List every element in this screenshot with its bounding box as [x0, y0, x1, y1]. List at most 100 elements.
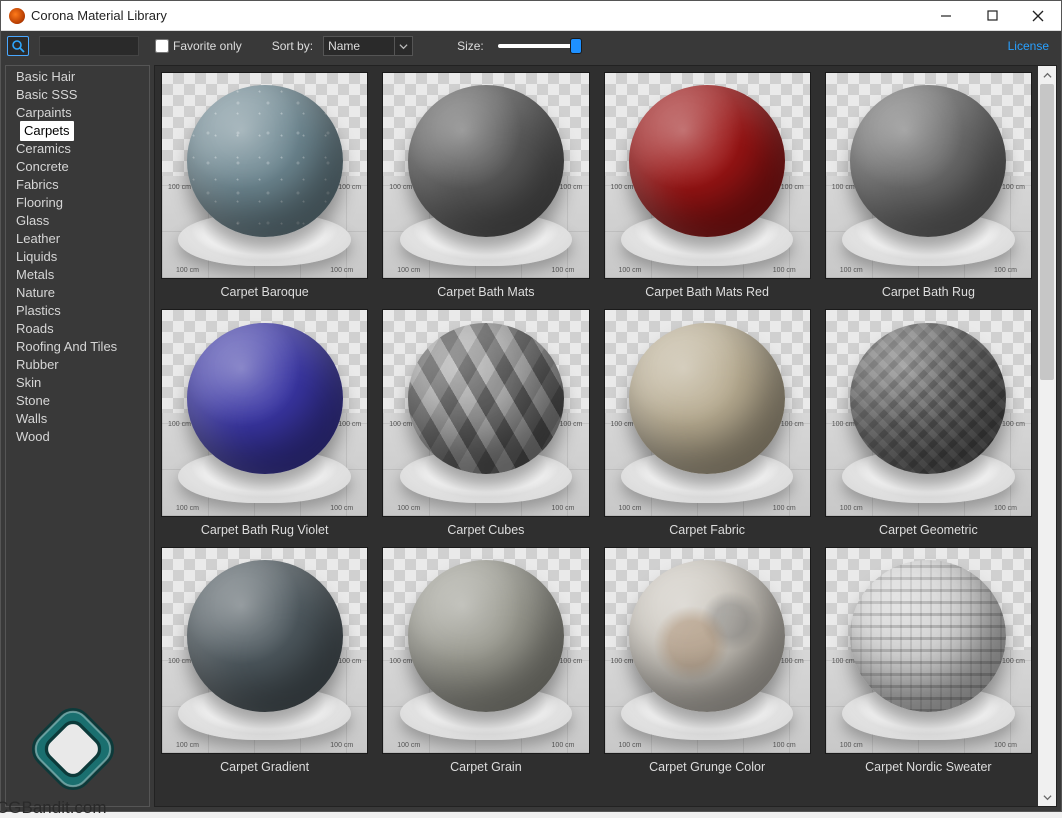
material-thumbnail[interactable]: 100 cm100 cm100 cm100 cm: [825, 309, 1032, 516]
license-link[interactable]: License: [1008, 39, 1055, 53]
material-card[interactable]: 100 cm100 cm100 cm100 cmCarpet Nordic Sw…: [825, 547, 1032, 774]
material-card[interactable]: 100 cm100 cm100 cm100 cmCarpet Grunge Co…: [604, 547, 811, 774]
category-item[interactable]: Fabrics: [6, 175, 69, 195]
ruler-text: 100 cm: [552, 742, 575, 749]
material-card[interactable]: 100 cm100 cm100 cm100 cmCarpet Cubes: [382, 309, 589, 536]
ruler-text: 100 cm: [832, 421, 855, 428]
category-item[interactable]: Wood: [6, 427, 60, 447]
category-item[interactable]: Metals: [6, 265, 64, 285]
ruler-text: 100 cm: [552, 267, 575, 274]
material-thumbnail[interactable]: 100 cm100 cm100 cm100 cm: [382, 72, 589, 279]
material-name: Carpet Fabric: [669, 523, 745, 537]
category-item[interactable]: Rubber: [6, 355, 69, 375]
ruler-text: 100 cm: [168, 184, 191, 191]
category-item[interactable]: Flooring: [6, 193, 73, 213]
search-input[interactable]: [39, 36, 139, 56]
category-item[interactable]: Concrete: [6, 157, 79, 177]
material-card[interactable]: 100 cm100 cm100 cm100 cmCarpet Geometric: [825, 309, 1032, 536]
material-card[interactable]: 100 cm 100 cm 100 cm 100 cm Carpet Baroque: [161, 72, 368, 299]
scroll-up-button[interactable]: [1038, 66, 1056, 84]
ruler-text: 100 cm: [611, 658, 634, 665]
sort-by-value: Name: [324, 39, 394, 53]
category-item[interactable]: Ceramics: [6, 139, 81, 159]
scroll-down-button[interactable]: [1038, 788, 1056, 806]
material-thumbnail[interactable]: 100 cm100 cm100 cm100 cm: [604, 309, 811, 516]
material-name: Carpet Nordic Sweater: [865, 760, 991, 774]
ruler-text: 100 cm: [338, 658, 361, 665]
ruler-text: 100 cm: [168, 421, 191, 428]
material-thumbnail[interactable]: 100 cm100 cm100 cm100 cm: [604, 547, 811, 754]
scrollbar-thumb[interactable]: [1040, 84, 1054, 380]
category-item[interactable]: Stone: [6, 391, 60, 411]
category-item[interactable]: Carpets: [20, 121, 74, 141]
category-item[interactable]: Carpaints: [6, 103, 82, 123]
window-controls: [923, 1, 1061, 30]
material-card[interactable]: 100 cm100 cm100 cm100 cmCarpet Gradient: [161, 547, 368, 774]
material-card[interactable]: 100 cm100 cm100 cm100 cmCarpet Bath Mats…: [604, 72, 811, 299]
ruler-text: 100 cm: [330, 742, 353, 749]
search-button[interactable]: [7, 36, 29, 56]
category-item[interactable]: Skin: [6, 373, 51, 393]
favorite-only-checkbox[interactable]: Favorite only: [155, 39, 242, 53]
ruler-text: 100 cm: [840, 505, 863, 512]
ruler-text: 100 cm: [994, 267, 1017, 274]
ruler-text: 100 cm: [176, 505, 199, 512]
ruler-text: 100 cm: [176, 267, 199, 274]
category-item[interactable]: Leather: [6, 229, 70, 249]
material-thumbnail[interactable]: 100 cm 100 cm 100 cm 100 cm: [161, 72, 368, 279]
ruler-text: 100 cm: [168, 658, 191, 665]
ruler-text: 100 cm: [552, 505, 575, 512]
category-item[interactable]: Plastics: [6, 301, 71, 321]
material-card[interactable]: 100 cm100 cm100 cm100 cm Carpet Fabric: [604, 309, 811, 536]
ruler-text: 100 cm: [176, 742, 199, 749]
ruler-text: 100 cm: [994, 505, 1017, 512]
vertical-scrollbar[interactable]: [1038, 66, 1056, 806]
ruler-text: 100 cm: [389, 421, 412, 428]
material-name: Carpet Bath Rug Violet: [201, 523, 329, 537]
ruler-text: 100 cm: [330, 505, 353, 512]
category-item[interactable]: Glass: [6, 211, 59, 231]
ruler-text: 100 cm: [1002, 184, 1025, 191]
material-thumbnail[interactable]: 100 cm100 cm100 cm100 cm: [382, 547, 589, 754]
ruler-text: 100 cm: [994, 742, 1017, 749]
material-thumbnail[interactable]: 100 cm 100 cm 100 cm 100 cm: [161, 309, 368, 516]
ruler-text: 100 cm: [330, 267, 353, 274]
category-item[interactable]: Liquids: [6, 247, 67, 267]
ruler-text: 100 cm: [389, 658, 412, 665]
slider-thumb[interactable]: [570, 38, 582, 54]
minimize-button[interactable]: [923, 1, 969, 30]
ruler-text: 100 cm: [338, 421, 361, 428]
material-thumbnail[interactable]: 100 cm 100 cm 100 cm 100 cm: [161, 547, 368, 754]
material-thumbnail[interactable]: 100 cm100 cm100 cm100 cm: [604, 72, 811, 279]
ruler-text: 100 cm: [1002, 658, 1025, 665]
ruler-text: 100 cm: [338, 184, 361, 191]
category-item[interactable]: Roofing And Tiles: [6, 337, 127, 357]
material-name: Carpet Geometric: [879, 523, 978, 537]
category-item[interactable]: Walls: [6, 409, 57, 429]
category-item[interactable]: Roads: [6, 319, 64, 339]
sort-by-select[interactable]: Name: [323, 36, 413, 56]
app-icon: [9, 8, 25, 24]
material-thumbnail[interactable]: 100 cm100 cm100 cm100 cm: [825, 547, 1032, 754]
maximize-button[interactable]: [969, 1, 1015, 30]
chevron-down-icon: [394, 37, 412, 55]
material-grid-panel: 100 cm100 cm100 cm100 cmCarpet Baroque10…: [154, 65, 1057, 807]
material-card[interactable]: 100 cm 100 cm 100 cm 100 cm Carpet Bath Rug …: [161, 309, 368, 536]
material-grid: 100 cm100 cm100 cm100 cmCarpet Baroque10…: [161, 72, 1032, 774]
material-thumbnail[interactable]: 100 cm100 cm100 cm100 cm: [825, 72, 1032, 279]
close-button[interactable]: [1015, 1, 1061, 30]
material-card[interactable]: 100 cm100 cm100 cm100 cmCarpet Grain: [382, 547, 589, 774]
material-name: Carpet Baroque: [220, 285, 308, 299]
material-name: Carpet Grain: [450, 760, 522, 774]
category-item[interactable]: Nature: [6, 283, 65, 303]
material-card[interactable]: 100 cm100 cm100 cm100 cmCarpet Bath Rug: [825, 72, 1032, 299]
window-title: Corona Material Library: [31, 8, 167, 23]
ruler-text: 100 cm: [560, 658, 583, 665]
material-thumbnail[interactable]: 100 cm100 cm100 cm100 cm: [382, 309, 589, 516]
material-card[interactable]: 100 cm100 cm100 cm100 cmCarpet Bath Mats: [382, 72, 589, 299]
content-area: Basic HairBasic SSSCarpaintsCarpetsCeram…: [1, 61, 1061, 811]
ruler-text: 100 cm: [781, 658, 804, 665]
category-item[interactable]: Basic SSS: [6, 85, 87, 105]
size-slider[interactable]: [498, 39, 578, 53]
ruler-text: 100 cm: [619, 742, 642, 749]
